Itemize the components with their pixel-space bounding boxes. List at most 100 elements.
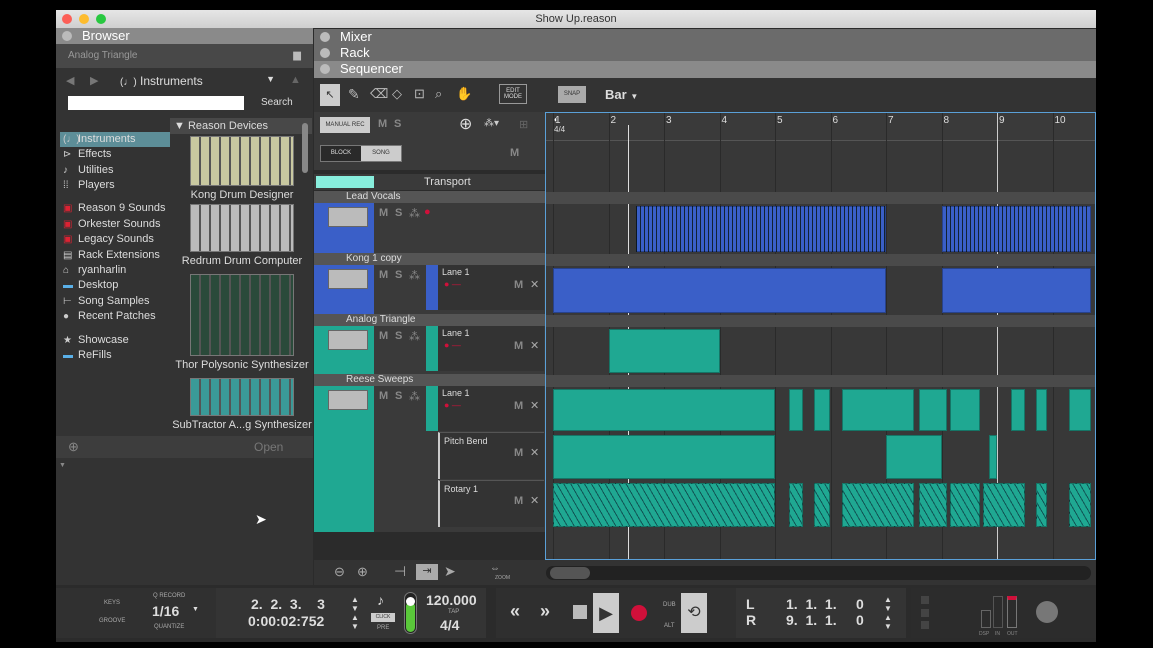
device-item[interactable]: Thor Polysonic Synthesizer xyxy=(172,274,312,371)
browser-item[interactable]: (♩) Instruments xyxy=(60,132,170,147)
clip[interactable] xyxy=(553,268,886,313)
add-icon[interactable]: ⊕ xyxy=(68,439,79,455)
browser-item[interactable]: ⊢ Song Samples xyxy=(60,294,170,309)
groove-button[interactable]: GROOVE xyxy=(99,618,125,624)
snap-button[interactable]: SNAP xyxy=(558,86,586,103)
time-signature[interactable]: 4/4 xyxy=(440,617,459,633)
browser-item[interactable]: ▣ Orkester Sounds xyxy=(60,217,170,232)
automation-clip[interactable] xyxy=(949,483,981,527)
browser-item[interactable]: ♪ Utilities xyxy=(60,163,170,178)
follow-button[interactable]: ⇥ xyxy=(416,564,438,580)
note-lane[interactable]: Lane 1 ● — M ✕ xyxy=(426,386,544,431)
device-item[interactable]: Kong Drum Designer xyxy=(172,136,312,201)
record-enable-icon[interactable]: ● — xyxy=(444,400,461,410)
track-header[interactable]: M S ⁂ Lane 1 ● — M ✕ xyxy=(314,265,545,314)
track-mute-button[interactable]: M xyxy=(379,330,388,342)
razor-tool-icon[interactable]: ◇ xyxy=(392,86,402,102)
manual-rec-button[interactable]: MANUAL REC xyxy=(320,117,370,133)
add-track-icon[interactable]: ⊕ xyxy=(459,114,472,134)
song-position-time[interactable]: 0:00:02:752 xyxy=(248,613,324,629)
automation-clip[interactable] xyxy=(1069,483,1092,527)
pre-button[interactable]: PRE xyxy=(377,625,389,631)
alt-button[interactable]: ALT xyxy=(664,623,675,629)
mute-button[interactable]: M xyxy=(378,118,387,130)
clip[interactable] xyxy=(553,389,775,431)
sequencer-panel-header[interactable]: Sequencer xyxy=(314,61,1096,78)
fast-forward-icon[interactable]: » xyxy=(540,601,550,622)
browser-item[interactable]: ★ Showcase xyxy=(60,333,170,348)
snap-value-dropdown[interactable]: Bar ▼ xyxy=(605,87,638,102)
automation-icon[interactable]: ⁂ xyxy=(409,207,420,220)
clip[interactable] xyxy=(841,389,914,431)
song-position-bars[interactable]: 2. 2. 3. 3 xyxy=(251,596,325,612)
browser-item[interactable]: ⌂ ryanharlin xyxy=(60,263,170,278)
automation-icon[interactable]: ⁂ xyxy=(409,330,420,343)
track-mute-button[interactable]: M xyxy=(379,207,388,219)
automation-icon[interactable]: ⁂ xyxy=(409,269,420,282)
play-button[interactable]: ▶ xyxy=(593,593,619,633)
delete-lane-icon[interactable]: ✕ xyxy=(530,278,539,291)
nudge-right-icon[interactable]: ➤ xyxy=(444,563,456,580)
lane-mute-button[interactable]: M xyxy=(514,279,523,291)
expand-icon[interactable]: ▼ xyxy=(59,462,66,469)
pencil-tool-icon[interactable]: ✎ xyxy=(348,86,360,103)
chevron-down-icon[interactable]: ▼ xyxy=(192,606,199,613)
track-header[interactable]: M S ⁂ Lane 1 ● — M ✕ xyxy=(314,326,545,374)
automation-lane-header[interactable]: Rotary 1 M ✕ xyxy=(438,480,544,527)
track-solo-button[interactable]: S xyxy=(395,269,402,281)
record-enable-icon[interactable]: ● xyxy=(424,206,431,218)
left-loop-marker-icon[interactable]: ◖ xyxy=(553,115,558,124)
record-enable-icon[interactable]: ● — xyxy=(444,340,461,350)
automation-clip[interactable] xyxy=(553,435,775,479)
search-button[interactable]: Search xyxy=(261,97,293,108)
select-tool-icon[interactable]: ↖ xyxy=(320,84,340,106)
note-lane[interactable]: Lane 1 ● — M ✕ xyxy=(426,265,544,310)
automation-clip[interactable] xyxy=(553,483,775,527)
automation-lane-header[interactable]: Pitch Bend M ✕ xyxy=(438,432,544,479)
track-header[interactable]: M S ⁂ ● xyxy=(314,203,545,253)
dub-button[interactable]: DUB xyxy=(663,602,676,608)
back-icon[interactable]: ◀ xyxy=(66,74,74,87)
device-item[interactable]: Redrum Drum Computer xyxy=(172,204,312,267)
automation-clip[interactable] xyxy=(1035,483,1047,527)
track-mute-button[interactable]: M xyxy=(379,390,388,402)
browser-item[interactable]: ▤ Rack Extensions xyxy=(60,248,170,263)
nudge-left-icon[interactable]: ⊣ xyxy=(394,563,406,580)
zoom-in-icon[interactable]: ⊕ xyxy=(357,564,368,580)
keys-button[interactable]: KEYS xyxy=(104,600,120,606)
close-button[interactable] xyxy=(62,14,72,24)
automation-clip[interactable] xyxy=(813,483,831,527)
block-mute-button[interactable]: M xyxy=(510,147,519,159)
track-solo-button[interactable]: S xyxy=(395,330,402,342)
clip[interactable] xyxy=(636,206,886,252)
clip[interactable] xyxy=(941,206,1092,252)
clip[interactable] xyxy=(1010,389,1025,431)
category-dropdown[interactable]: (♩) Instruments ▼ xyxy=(120,74,275,88)
automation-icon[interactable]: ⁂▾ xyxy=(484,118,499,129)
open-button[interactable]: Open xyxy=(254,440,283,454)
automation-icon[interactable]: ⁂ xyxy=(409,390,420,403)
left-locator-value[interactable]: 1. 1. 1. 0 xyxy=(786,596,864,612)
clip[interactable] xyxy=(1035,389,1047,431)
track-solo-button[interactable]: S xyxy=(395,207,402,219)
magnify-tool-icon[interactable]: ⌕ xyxy=(435,86,442,102)
browser-item[interactable]: ⊳ Effects xyxy=(60,147,170,162)
horizontal-scrollbar[interactable] xyxy=(546,566,1091,580)
clip[interactable] xyxy=(788,389,803,431)
browser-item[interactable]: ▬ ReFills xyxy=(60,348,170,363)
arrangement-area[interactable]: 1 2 3 4 5 6 7 8 9 10 4/4 ◖ xyxy=(545,112,1096,560)
record-enable-icon[interactable]: ● — xyxy=(444,279,461,289)
clip[interactable] xyxy=(813,389,831,431)
locator-stepper[interactable]: ▲ ▼ ▲ ▼ xyxy=(884,595,892,631)
delete-lane-icon[interactable]: ✕ xyxy=(530,399,539,412)
rack-panel-header[interactable]: Rack xyxy=(314,45,1096,61)
zoom-out-icon[interactable]: ⊖ xyxy=(334,564,345,580)
block-button[interactable]: BLOCK xyxy=(321,146,361,161)
loop-button[interactable]: ⟲ xyxy=(681,593,707,633)
rewind-icon[interactable]: « xyxy=(510,601,520,622)
mute-tool-icon[interactable]: ⊡ xyxy=(414,86,425,102)
delete-automation-icon[interactable]: ✕ xyxy=(530,446,539,459)
click-level-slider[interactable] xyxy=(404,592,417,634)
note-lane[interactable]: Lane 1 ● — M ✕ xyxy=(426,326,544,371)
automation-clip[interactable] xyxy=(919,483,948,527)
